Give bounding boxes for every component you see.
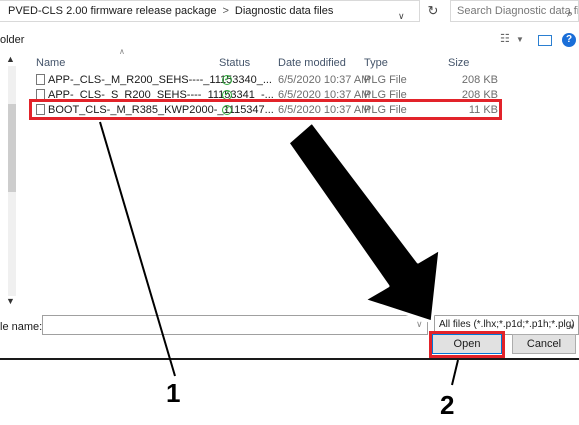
annotation-overlay [99, 120, 459, 386]
callout-number-2: 2 [440, 390, 455, 420]
callout-number-1: 1 [166, 378, 181, 408]
callout-line-1 [99, 121, 176, 377]
arrow-icon [286, 120, 442, 324]
callout-line-2 [451, 359, 459, 386]
